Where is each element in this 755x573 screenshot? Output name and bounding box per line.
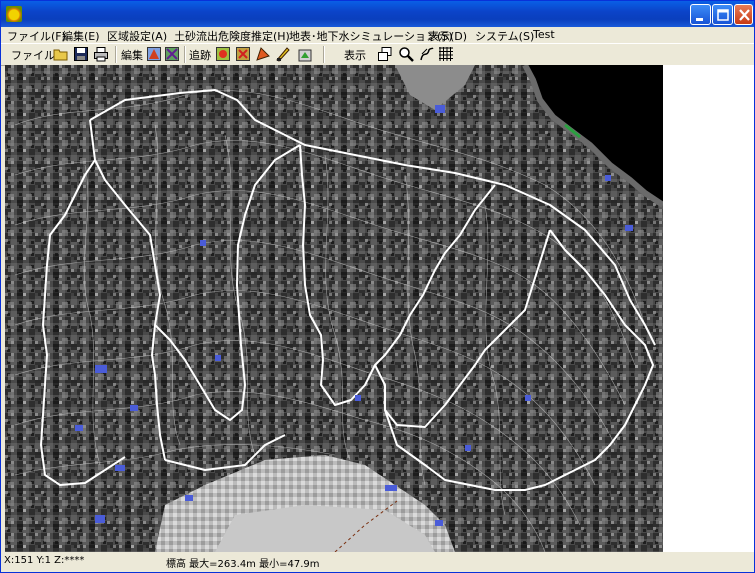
toolbar-file-label: ファイル: [11, 49, 55, 62]
toolbar-separator: [115, 46, 117, 63]
toolbar-separator: [323, 46, 325, 63]
trace-icon-4[interactable]: [275, 46, 291, 62]
title-bar[interactable]: [1, 1, 754, 27]
menu-sediment-risk[interactable]: 土砂流出危険度推定(H): [174, 28, 290, 44]
window-icon[interactable]: [377, 46, 393, 62]
map-margin: [663, 65, 754, 552]
menu-area-settings[interactable]: 区域設定(A): [107, 28, 167, 44]
open-folder-icon[interactable]: [53, 46, 69, 62]
zoom-icon[interactable]: [398, 46, 414, 62]
menu-test[interactable]: Test: [533, 28, 555, 41]
grid-icon[interactable]: [438, 46, 454, 62]
maximize-icon: [717, 9, 729, 21]
menu-bar: ファイル(F) 編集(E) 区域設定(A) 土砂流出危険度推定(H) 地表･地下…: [1, 27, 754, 43]
trace-icon-3[interactable]: [255, 46, 271, 62]
close-icon: [739, 9, 750, 21]
trace-icon-2[interactable]: [235, 46, 251, 62]
minimize-button[interactable]: [690, 4, 711, 25]
trace-icon-1[interactable]: [215, 46, 231, 62]
terrain-map-view[interactable]: [5, 65, 663, 552]
elevation-range: 標高 最大=263.4m 最小=47.9m: [166, 559, 320, 570]
app-window: ファイル(F) 編集(E) 区域設定(A) 土砂流出危険度推定(H) 地表･地下…: [0, 0, 755, 573]
terrain-map[interactable]: [5, 65, 663, 552]
toolbar-trace-label: 追跡: [189, 49, 211, 62]
save-icon[interactable]: [73, 46, 89, 62]
toolbar-separator: [184, 46, 186, 63]
maximize-button[interactable]: [712, 4, 733, 25]
pan-icon[interactable]: [419, 46, 435, 62]
minimize-icon: [696, 18, 703, 21]
toolbar-view-label: 表示: [344, 49, 366, 62]
menu-edit[interactable]: 編集(E): [62, 28, 100, 44]
edit-map-icon-1[interactable]: [146, 46, 162, 62]
cursor-coordinates: X:151 Y:1 Z:****: [4, 555, 85, 566]
toolbar: ファイル 編集 追跡 表示: [1, 43, 754, 66]
menu-file[interactable]: ファイル(F): [7, 28, 66, 44]
print-icon[interactable]: [93, 46, 109, 62]
toolbar-edit-label: 編集: [121, 49, 143, 62]
status-bar: X:151 Y:1 Z:**** 標高 最大=263.4m 最小=47.9m: [1, 552, 754, 572]
menu-view[interactable]: 表示(D): [428, 28, 467, 44]
trace-icon-5[interactable]: [297, 46, 313, 62]
edit-map-icon-2[interactable]: [164, 46, 180, 62]
app-icon[interactable]: [6, 6, 22, 22]
menu-system[interactable]: システム(S): [475, 28, 534, 44]
close-button[interactable]: [734, 4, 753, 25]
